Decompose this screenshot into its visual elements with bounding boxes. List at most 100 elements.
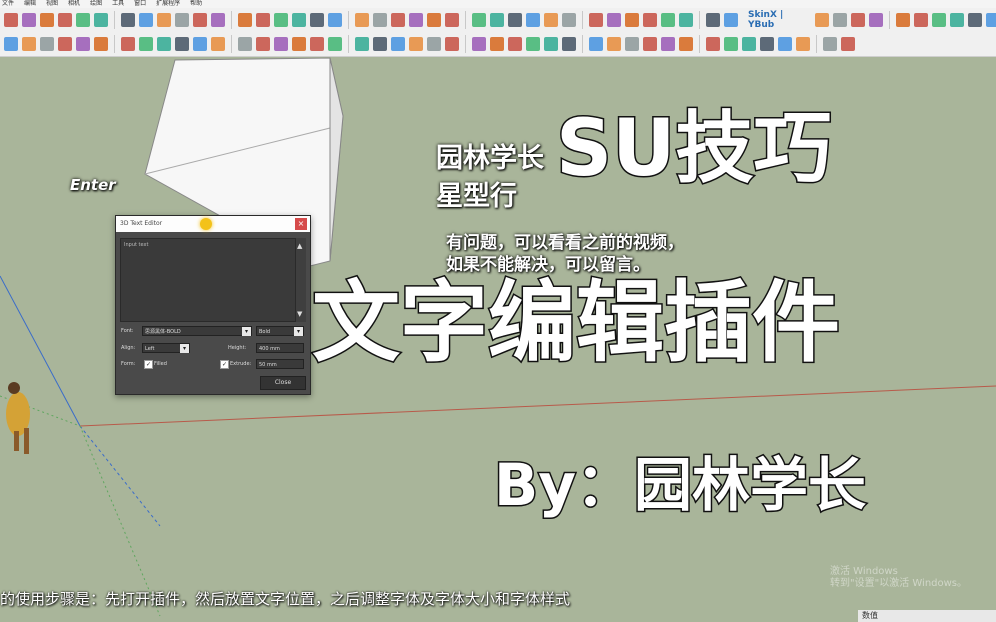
close-icon[interactable]: × [295, 218, 307, 230]
text-icon[interactable] [625, 13, 639, 27]
chevron-down-icon[interactable]: ▾ [242, 327, 251, 336]
pan-icon[interactable] [679, 37, 693, 51]
zoom-icon[interactable] [310, 37, 324, 51]
menu-item[interactable]: 相机 [68, 0, 80, 8]
scroll-down-icon[interactable]: ▼ [297, 310, 302, 318]
paint-icon[interactable] [896, 13, 910, 27]
eraser-icon[interactable] [409, 13, 423, 27]
eraser-icon[interactable] [796, 37, 810, 51]
scroll-up-icon[interactable]: ▲ [297, 242, 302, 250]
help-icon[interactable] [373, 13, 387, 27]
chevron-down-icon[interactable]: ▾ [180, 344, 189, 353]
zoom-icon[interactable] [310, 13, 324, 27]
rectangle-icon[interactable] [490, 13, 504, 27]
move-icon[interactable] [139, 37, 153, 51]
offset-icon[interactable] [193, 37, 207, 51]
rectangle-icon[interactable] [94, 37, 108, 51]
eraser-icon[interactable] [22, 13, 36, 27]
arc-icon[interactable] [472, 37, 486, 51]
text-input-area[interactable]: Input text [120, 238, 296, 322]
orbit-icon[interactable] [661, 37, 675, 51]
select-icon[interactable] [778, 37, 792, 51]
scale-icon[interactable] [562, 37, 576, 51]
height-input[interactable]: 400 mm [256, 343, 304, 353]
offset-icon[interactable] [193, 13, 207, 27]
zoom-icon[interactable] [706, 13, 720, 27]
axes-icon[interactable] [643, 13, 657, 27]
eraser-icon[interactable] [869, 13, 883, 27]
rectangle-icon[interactable] [950, 13, 964, 27]
select-icon[interactable] [851, 13, 865, 27]
move-icon[interactable] [526, 37, 540, 51]
text-scrollbar[interactable]: ▲ ▼ [296, 238, 306, 322]
menu-item[interactable]: 工具 [112, 0, 124, 8]
measurements-box[interactable]: 数值 [858, 610, 996, 622]
menu-item[interactable]: 视图 [46, 0, 58, 8]
text-icon[interactable] [238, 13, 252, 27]
menu-item[interactable]: 绘图 [90, 0, 102, 8]
plugin-icon[interactable] [815, 13, 829, 27]
pan-icon[interactable] [292, 13, 306, 27]
rectangle-icon[interactable] [490, 37, 504, 51]
arc-icon[interactable] [76, 13, 90, 27]
pushpull-icon[interactable] [121, 37, 135, 51]
extrude-input[interactable]: 50 mm [256, 359, 304, 369]
paint-icon[interactable] [40, 13, 54, 27]
offset-icon[interactable] [589, 13, 603, 27]
arc-icon[interactable] [76, 37, 90, 51]
rotate-icon[interactable] [544, 37, 558, 51]
axes-icon[interactable] [256, 13, 270, 27]
rotate-icon[interactable] [157, 13, 171, 27]
orbit-icon[interactable] [661, 13, 675, 27]
filled-checkbox[interactable]: ✓ [144, 360, 153, 369]
move-icon[interactable] [986, 13, 996, 27]
help-icon[interactable] [373, 37, 387, 51]
font-select[interactable]: 思源黑体-BOLD ▾ [142, 326, 252, 336]
line-icon[interactable] [445, 37, 459, 51]
paint-icon[interactable] [427, 13, 441, 27]
text-icon[interactable] [238, 37, 252, 51]
tape-icon[interactable] [211, 37, 225, 51]
zoom-icon[interactable] [706, 37, 720, 51]
pan-icon[interactable] [679, 13, 693, 27]
pushpull-icon[interactable] [121, 13, 135, 27]
tape-icon[interactable] [211, 13, 225, 27]
rotate-icon[interactable] [157, 37, 171, 51]
menu-item[interactable]: 文件 [2, 0, 14, 8]
menu-item[interactable]: 窗口 [134, 0, 146, 8]
paint-icon[interactable] [427, 37, 441, 51]
paint-icon[interactable] [823, 37, 837, 51]
offset-icon[interactable] [589, 37, 603, 51]
line-icon[interactable] [58, 13, 72, 27]
scale-icon[interactable] [562, 13, 576, 27]
orbit-icon[interactable] [274, 13, 288, 27]
plugin-icon[interactable] [742, 37, 756, 51]
style-select[interactable]: Bold ▾ [256, 326, 304, 336]
plugin-icon[interactable] [355, 37, 369, 51]
pushpull-icon[interactable] [508, 37, 522, 51]
pan-icon[interactable] [292, 37, 306, 51]
help-icon[interactable] [833, 13, 847, 27]
line-icon[interactable] [914, 13, 928, 27]
tape-icon[interactable] [607, 13, 621, 27]
align-select[interactable]: Left ▾ [142, 343, 190, 353]
select-icon[interactable] [4, 37, 18, 51]
sandbox-icon[interactable] [724, 13, 738, 27]
sandbox-icon[interactable] [724, 37, 738, 51]
pushpull-icon[interactable] [508, 13, 522, 27]
chevron-down-icon[interactable]: ▾ [294, 327, 303, 336]
text-icon[interactable] [625, 37, 639, 51]
menu-item[interactable]: 扩展程序 [156, 0, 180, 8]
menu-item[interactable]: 帮助 [190, 0, 202, 8]
menu-item[interactable]: 编辑 [24, 0, 36, 8]
sandbox-icon[interactable] [328, 13, 342, 27]
line-icon[interactable] [841, 37, 855, 51]
scale-icon[interactable] [175, 37, 189, 51]
tape-icon[interactable] [607, 37, 621, 51]
paint-icon[interactable] [40, 37, 54, 51]
help-icon[interactable] [760, 37, 774, 51]
eraser-icon[interactable] [22, 37, 36, 51]
rectangle-icon[interactable] [94, 13, 108, 27]
orbit-icon[interactable] [274, 37, 288, 51]
move-icon[interactable] [139, 13, 153, 27]
